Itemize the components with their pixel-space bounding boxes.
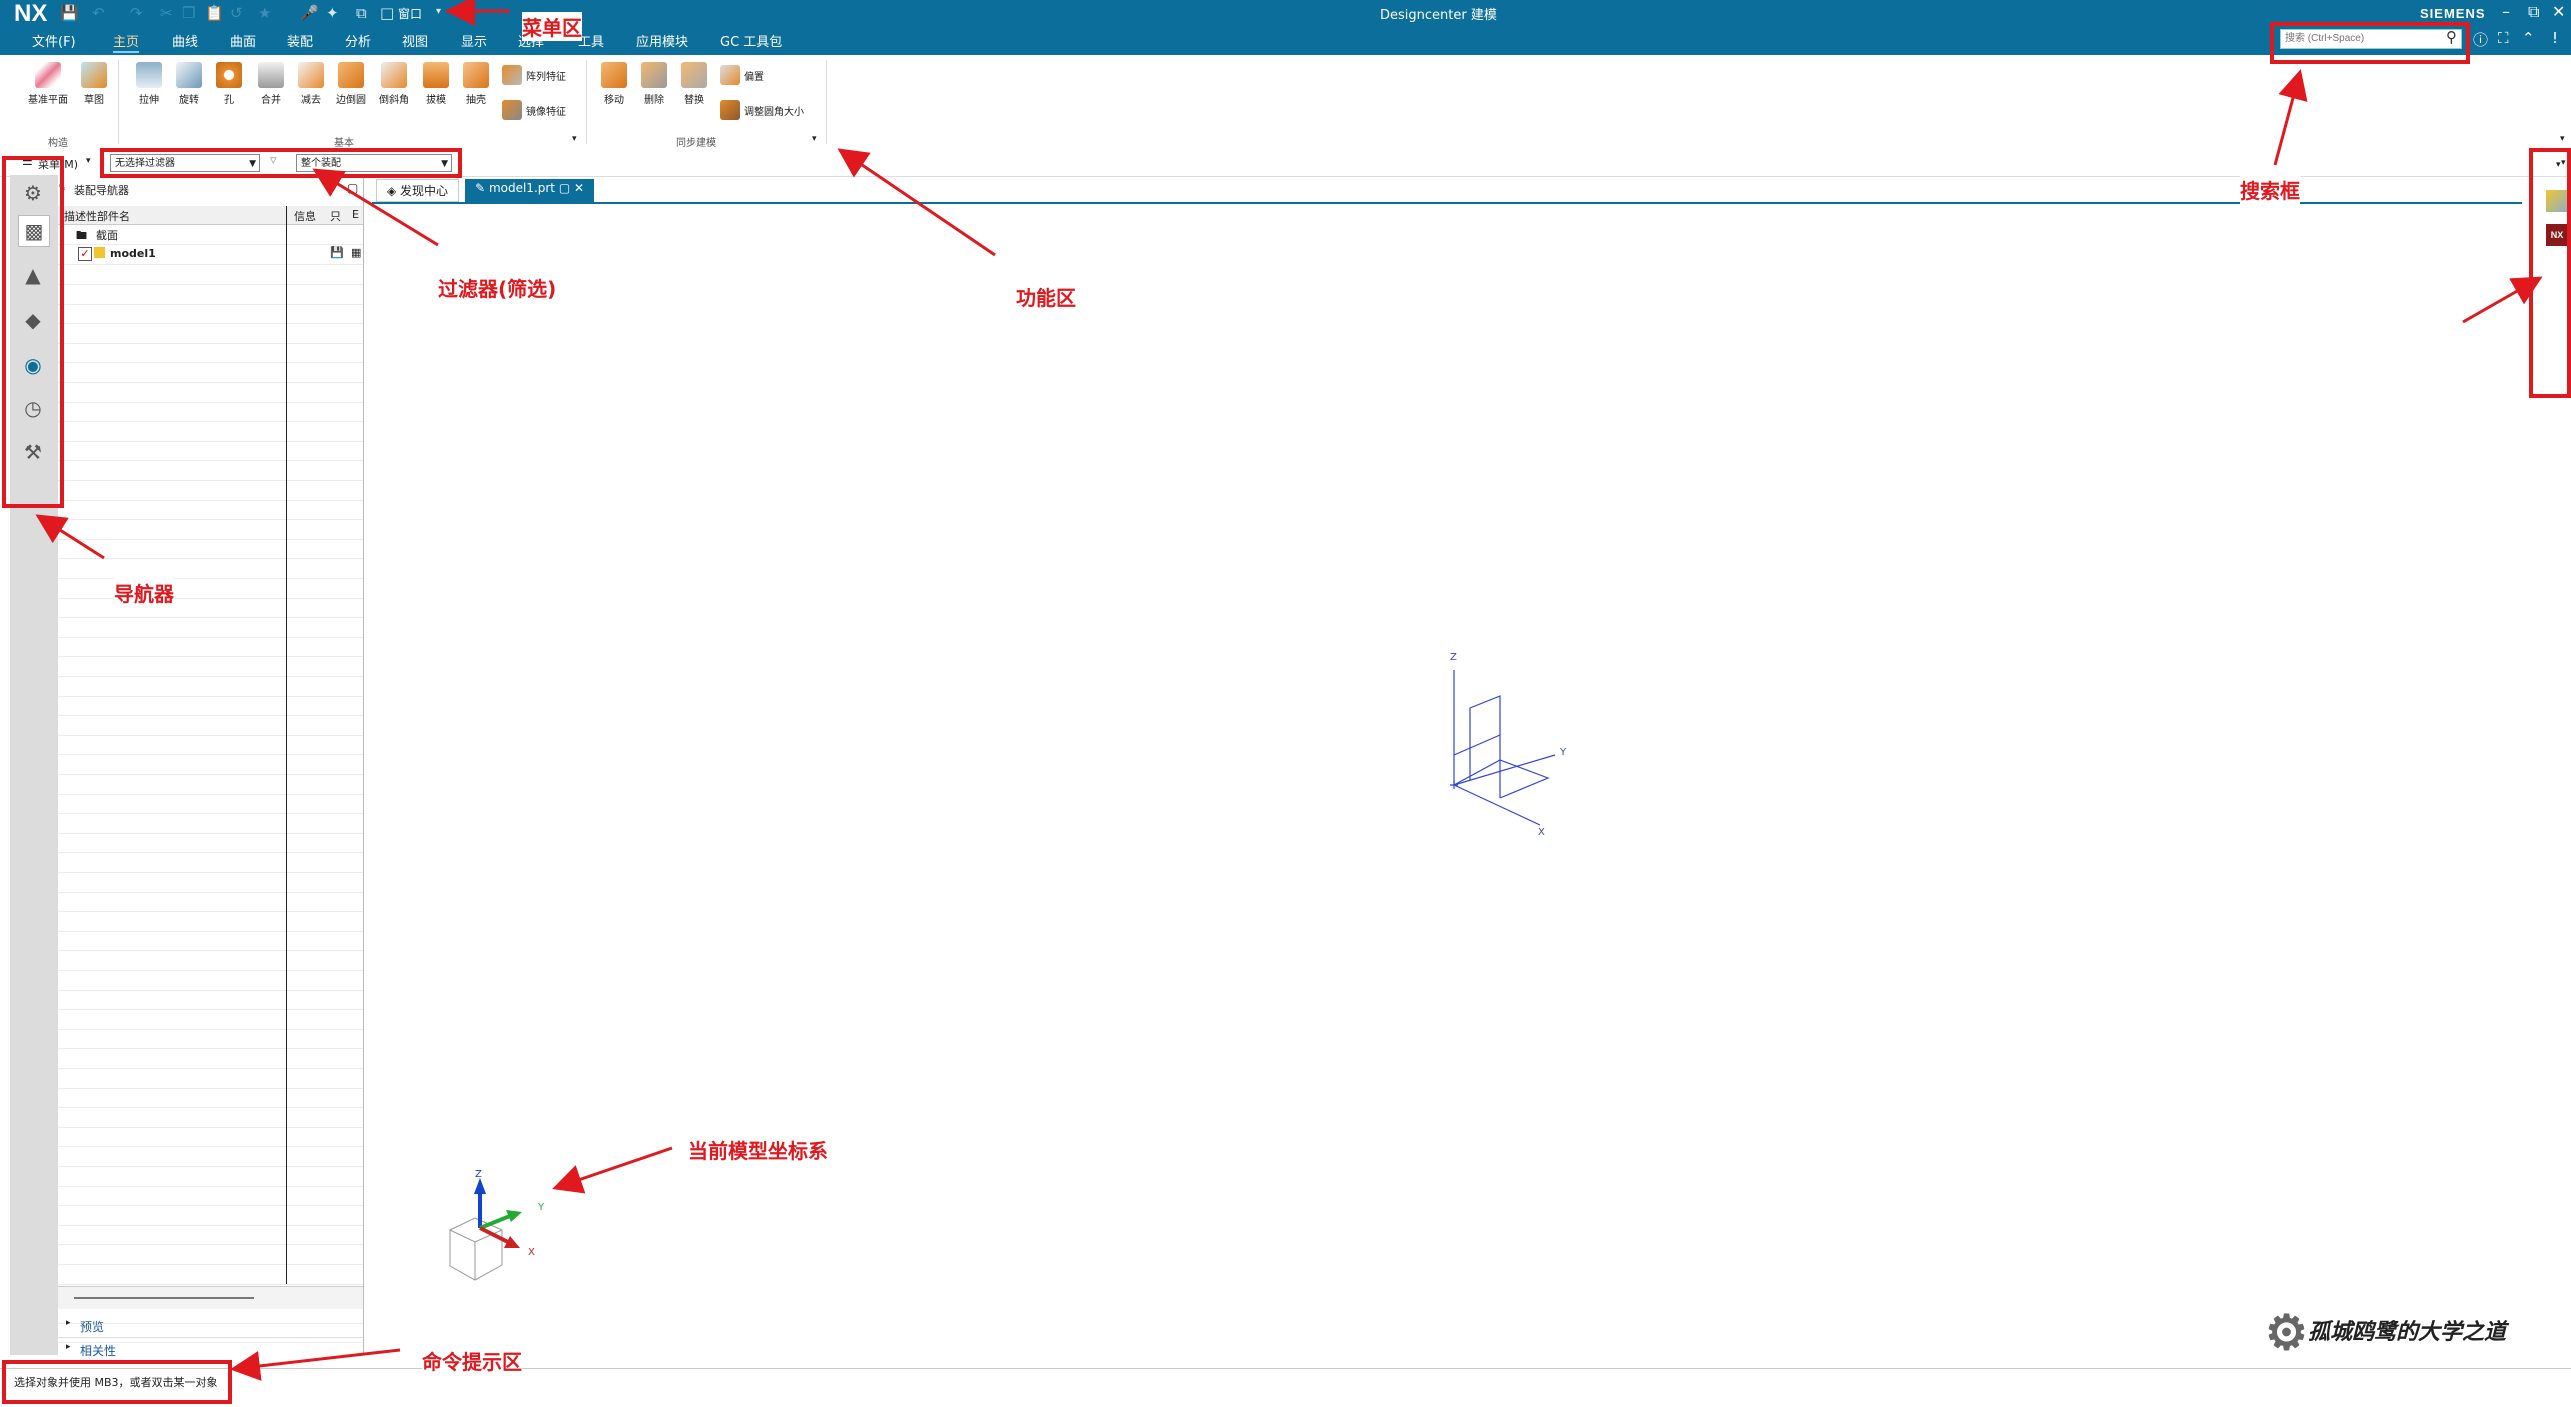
arrow-search	[2273, 69, 2308, 166]
label-function-area: 功能区	[1016, 282, 1076, 311]
label-command-prompt: 命令提示区	[422, 1346, 522, 1375]
prompt-highlight	[2, 1360, 232, 1404]
search-highlight	[2270, 22, 2470, 64]
arrow-function	[837, 148, 996, 257]
label-navigator: 导航器	[114, 578, 174, 607]
label-filter: 过滤器(筛选)	[438, 273, 557, 302]
label-coord-system: 当前模型坐标系	[688, 1135, 828, 1164]
navigator-highlight	[2, 156, 64, 508]
arrow-prompt	[230, 1348, 401, 1381]
arrow-navigator	[35, 514, 105, 560]
label-menu-area: 菜单区	[522, 12, 582, 41]
arrow-filter	[312, 168, 439, 247]
right-strip-highlight	[2529, 148, 2571, 398]
arrow-coord	[552, 1146, 673, 1194]
filter-highlight	[100, 148, 462, 178]
label-search-box: 搜索框	[2240, 175, 2300, 204]
annotation-arrows	[35, 0, 2543, 1381]
